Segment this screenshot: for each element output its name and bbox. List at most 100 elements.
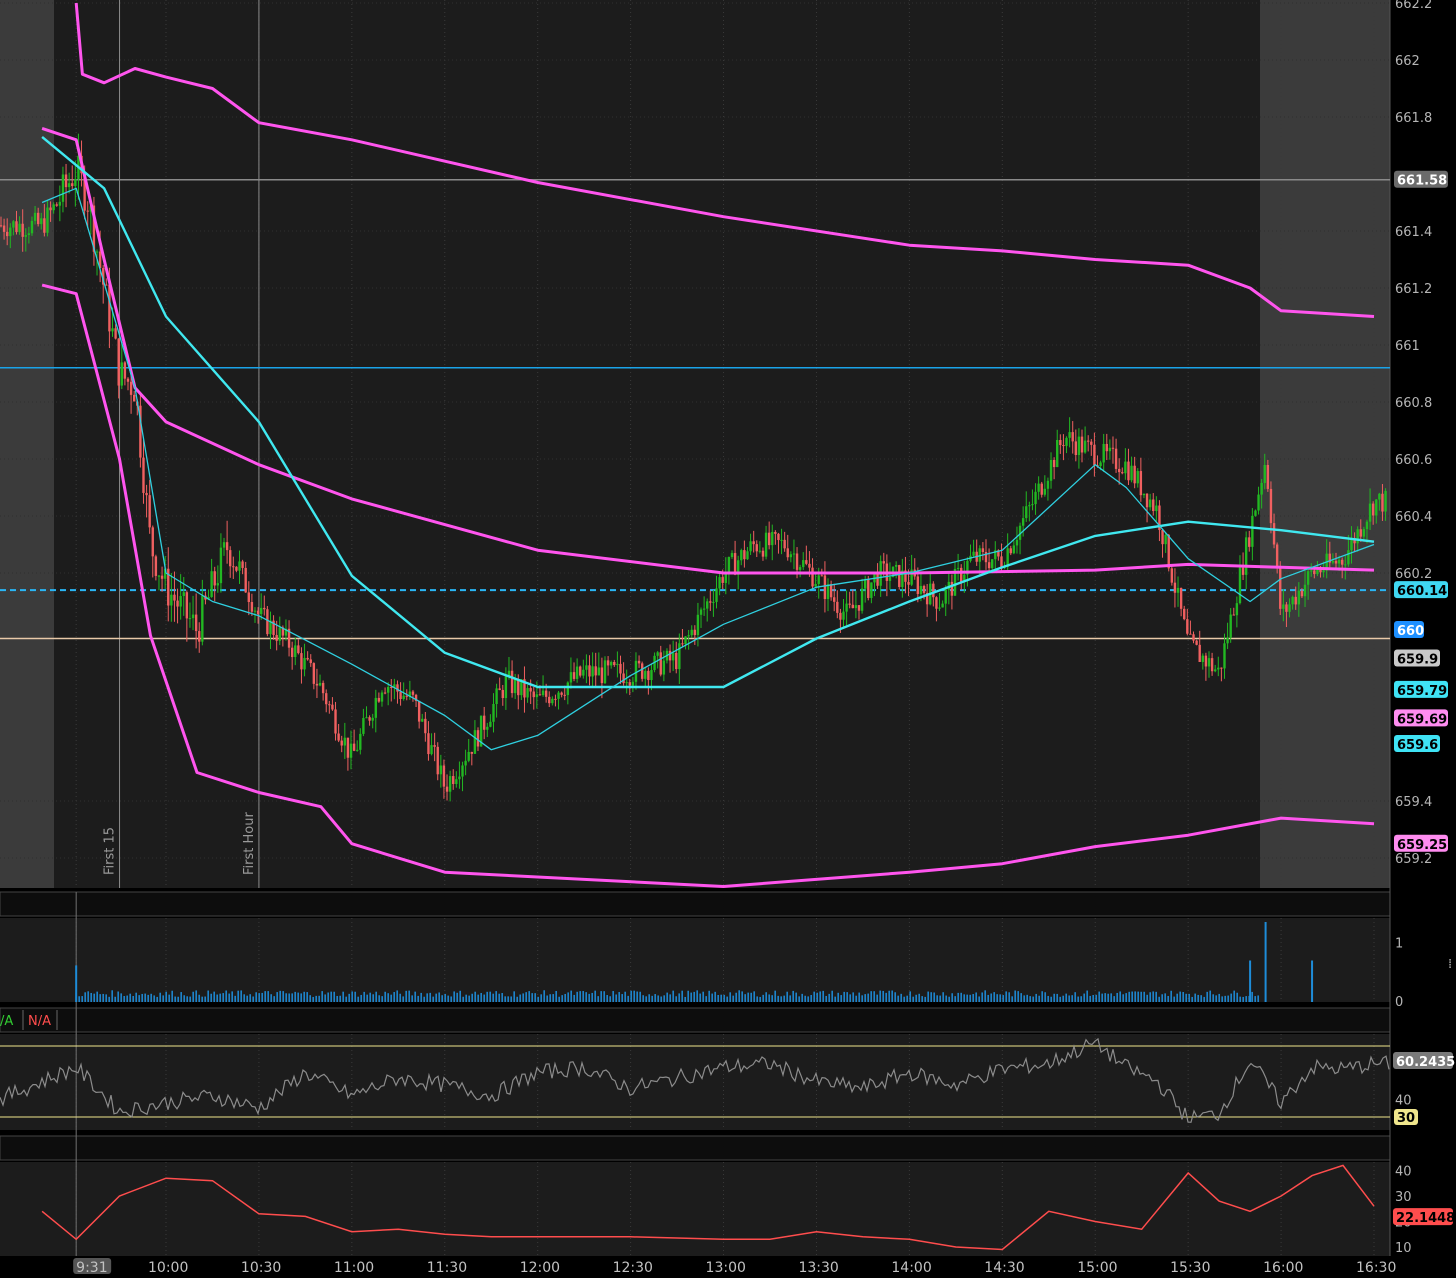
time-tick-label: 12:00: [520, 1260, 560, 1274]
candle-body: [1359, 529, 1362, 537]
candle-body: [585, 665, 588, 670]
candle-body: [606, 660, 610, 666]
candle-body: [148, 495, 151, 528]
candle-body: [1294, 596, 1297, 605]
candle-body: [557, 692, 560, 699]
candle-body: [956, 567, 960, 569]
candle-body: [1049, 460, 1053, 481]
price-panel-bg: [0, 0, 1390, 888]
candle-body: [1071, 432, 1074, 442]
candle-body: [297, 645, 300, 654]
candle-body: [1238, 567, 1242, 604]
candle-body: [684, 636, 687, 645]
candle-body: [145, 492, 148, 496]
candle-body: [2, 225, 6, 232]
candle-body: [1099, 462, 1102, 467]
candle-body: [845, 603, 848, 612]
candle-body: [857, 605, 861, 611]
candle-body: [1170, 568, 1174, 583]
afterhours-shade: [1260, 0, 1390, 888]
candle-body: [1210, 658, 1214, 672]
time-tick-label: 10:00: [148, 1260, 188, 1274]
candle-body: [1375, 499, 1378, 516]
candle-body: [572, 672, 576, 679]
candle-body: [455, 779, 458, 784]
candle-body: [740, 550, 743, 561]
candle-body: [58, 201, 62, 206]
candle-body: [981, 548, 985, 552]
candle-body: [808, 563, 811, 568]
candle-body: [538, 694, 542, 696]
candle-body: [1012, 545, 1016, 554]
candle-body: [647, 670, 650, 681]
candle-body: [566, 682, 570, 696]
candle-body: [52, 204, 55, 211]
candle-body: [352, 743, 356, 751]
candle-body: [1344, 564, 1347, 566]
candle-body: [777, 533, 780, 541]
candle-body: [771, 531, 774, 546]
candle-body: [263, 607, 266, 610]
candle-body: [182, 592, 185, 597]
candle-body: [854, 605, 858, 609]
adx-panel-bg: [0, 1162, 1390, 1256]
candle-body: [126, 378, 130, 382]
candle-body: [259, 607, 263, 615]
candle-body: [972, 551, 975, 556]
candle-body: [1232, 614, 1235, 616]
candle-body: [579, 666, 582, 676]
candle-body: [1291, 596, 1294, 605]
candle-body: [609, 662, 613, 666]
chart-container: First 15 First Hour 662.2 662 661.8 661.4 661.…: [0, 0, 1456, 1276]
candle-body: [1279, 568, 1282, 609]
candle-body: [594, 666, 597, 676]
time-tick-label: 13:30: [798, 1260, 838, 1274]
candle-body: [823, 575, 827, 600]
candle-body: [238, 561, 241, 571]
candle-body: [312, 663, 316, 684]
candle-body: [275, 634, 278, 641]
candle-body: [662, 660, 666, 675]
candle-body: [987, 562, 991, 569]
candle-body: [328, 704, 331, 706]
candle-body: [1263, 464, 1266, 483]
candle-body: [1090, 441, 1093, 445]
candle-body: [1226, 637, 1229, 644]
candle-body: [399, 691, 402, 700]
candle-body: [1161, 530, 1164, 545]
candle-body: [1009, 548, 1012, 554]
candle-body: [1235, 603, 1239, 616]
candle-body: [863, 579, 867, 589]
candle-body: [631, 681, 635, 686]
candle-body: [476, 730, 480, 747]
candle-body: [712, 601, 715, 603]
candle-body: [365, 717, 368, 719]
candle-body: [157, 575, 161, 577]
candle-body: [374, 697, 377, 718]
candle-body: [380, 692, 384, 702]
candle-body: [383, 692, 387, 694]
candle-body: [1275, 544, 1279, 569]
adx-tick-label: 40: [1395, 1165, 1412, 1180]
candle-body: [120, 362, 123, 386]
candle-body: [1334, 560, 1338, 564]
candle-body: [1319, 569, 1322, 573]
candle-body: [495, 688, 498, 705]
candle-body: [191, 614, 195, 619]
candle-body: [433, 745, 436, 747]
price-badge-label: 660: [1397, 624, 1424, 639]
candle-body: [1347, 550, 1350, 565]
candle-body: [1074, 441, 1078, 455]
candle-body: [1207, 658, 1211, 667]
volume-tick-label: 1: [1395, 937, 1403, 952]
candle-body: [1102, 443, 1105, 463]
candle-body: [1378, 493, 1381, 500]
candle-body: [876, 573, 879, 586]
candle-body: [1381, 493, 1384, 512]
candle-body: [882, 561, 885, 564]
candle-body: [1248, 537, 1251, 547]
candle-body: [467, 751, 470, 761]
candle-body: [767, 532, 771, 546]
candle-body: [916, 576, 920, 594]
candle-body: [1111, 447, 1115, 449]
